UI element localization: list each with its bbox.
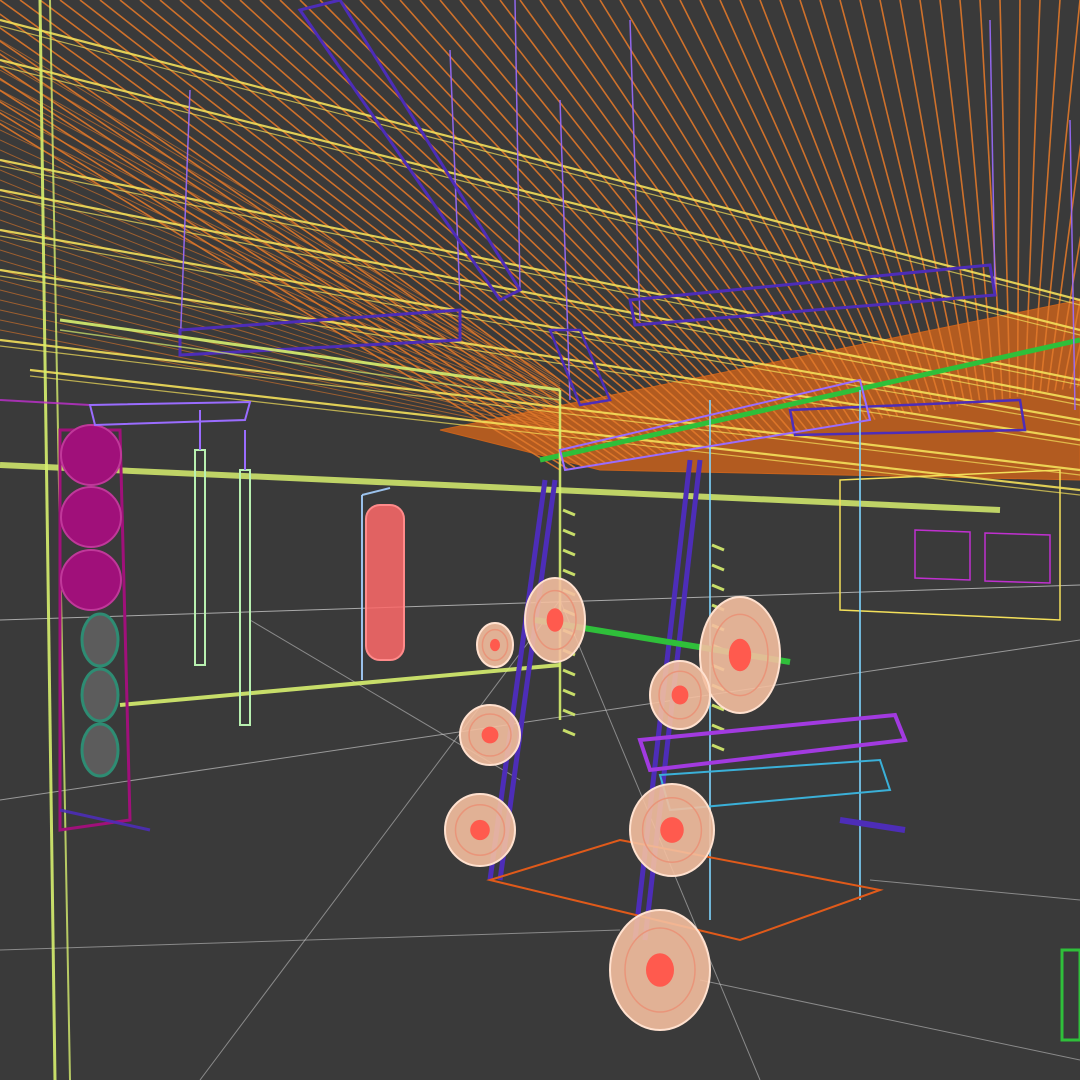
3d-viewport[interactable] bbox=[0, 0, 1080, 1080]
medicine-ball-rack-icon[interactable] bbox=[58, 424, 151, 832]
punching-bag-icon[interactable] bbox=[361, 487, 405, 680]
ceiling-slats-icon bbox=[0, 0, 1080, 481]
wireframe-scene[interactable] bbox=[0, 0, 1080, 1080]
floor-grid-icon bbox=[0, 584, 1080, 1080]
